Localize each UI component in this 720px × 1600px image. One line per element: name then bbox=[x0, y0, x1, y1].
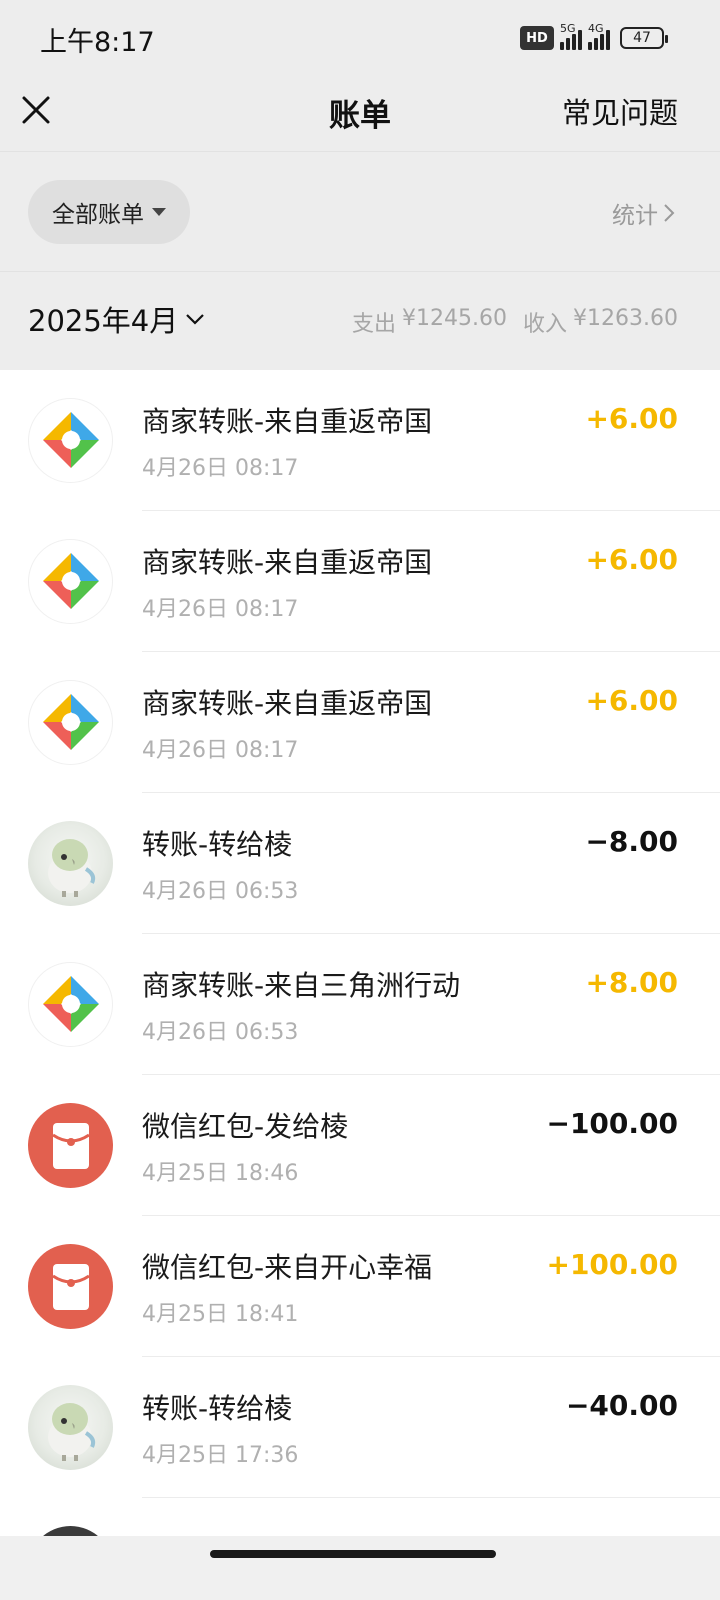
transaction-amount: +100.00 bbox=[546, 1248, 678, 1281]
status-time: 上午8:17 bbox=[40, 27, 155, 58]
red-packet-avatar bbox=[28, 1244, 113, 1329]
merchant-avatar bbox=[28, 398, 113, 483]
transaction-time: 4月25日 18:41 bbox=[142, 1302, 299, 1327]
merchant-transfer-icon bbox=[42, 411, 99, 468]
merchant-avatar bbox=[28, 680, 113, 765]
status-bar: 上午8:17 HD 5G 4G 47 bbox=[0, 0, 720, 78]
income-label: 收入 bbox=[523, 312, 568, 337]
expense-label: 支出 bbox=[352, 312, 397, 337]
battery-level: 47 bbox=[633, 30, 651, 46]
statistics-link[interactable]: 统计 bbox=[612, 196, 676, 230]
transaction-row[interactable]: 微信红包-发给棱 4月25日 18:46 −100.00 bbox=[0, 1075, 720, 1216]
transaction-row[interactable]: 转账-转给棱 4月26日 06:53 −8.00 bbox=[0, 793, 720, 934]
avatar bbox=[28, 1385, 113, 1470]
month-header: 2025年4月 支出 ¥1245.60 收入 ¥1263.60 bbox=[0, 272, 720, 370]
avatar bbox=[28, 821, 113, 906]
merchant-avatar bbox=[28, 962, 113, 1047]
transaction-time: 4月26日 06:53 bbox=[142, 1020, 299, 1045]
transaction-title: 商家转账-来自重返帝国 bbox=[142, 405, 433, 438]
gesture-bar bbox=[0, 1536, 720, 1600]
transaction-amount: +6.00 bbox=[585, 684, 678, 717]
transaction-title: 微信红包-来自开心幸福 bbox=[142, 1251, 433, 1284]
bird-avatar-icon bbox=[48, 839, 96, 897]
close-icon bbox=[22, 96, 50, 124]
network-label-4g: 4G bbox=[588, 22, 604, 35]
transaction-title: 商家转账-来自重返帝国 bbox=[142, 546, 433, 579]
red-packet-icon bbox=[51, 1263, 90, 1310]
expense-total: ¥1245.60 bbox=[402, 306, 507, 331]
red-packet-avatar bbox=[28, 1103, 113, 1188]
bill-filter-dropdown[interactable]: 全部账单 bbox=[28, 180, 190, 244]
transaction-time: 4月25日 18:46 bbox=[142, 1161, 299, 1186]
close-button[interactable] bbox=[18, 92, 54, 128]
merchant-transfer-icon bbox=[42, 693, 99, 750]
merchant-avatar bbox=[28, 539, 113, 624]
transaction-row[interactable]: 微信红包-来自开心幸福 4月25日 18:41 +100.00 bbox=[0, 1216, 720, 1357]
transaction-amount: +6.00 bbox=[585, 402, 678, 435]
bill-filter-label: 全部账单 bbox=[52, 202, 144, 228]
nav-bar: 账单 常见问题 bbox=[0, 78, 720, 152]
transaction-title: 微信红包-发给棱 bbox=[142, 1110, 349, 1143]
transaction-time: 4月26日 08:17 bbox=[142, 597, 299, 622]
transaction-row[interactable]: 商家转账-来自三角洲行动 4月26日 06:53 +8.00 bbox=[0, 934, 720, 1075]
transaction-title: 商家转账-来自三角洲行动 bbox=[142, 969, 461, 1002]
caret-down-icon bbox=[152, 208, 166, 216]
red-packet-icon bbox=[51, 1122, 90, 1169]
transaction-amount: +6.00 bbox=[585, 543, 678, 576]
transaction-title: 商家转账-来自重返帝国 bbox=[142, 687, 433, 720]
month-selector[interactable]: 2025年4月 bbox=[28, 298, 206, 340]
bird-avatar-icon bbox=[48, 1403, 96, 1461]
signal-4g-icon: 4G bbox=[588, 22, 610, 50]
transaction-time: 4月25日 17:36 bbox=[142, 1443, 299, 1468]
faq-link[interactable]: 常见问题 bbox=[562, 90, 678, 132]
transaction-row[interactable]: 商家转账-来自重返帝国 4月26日 08:17 +6.00 bbox=[0, 511, 720, 652]
transaction-amount: −100.00 bbox=[546, 1107, 678, 1140]
transaction-amount: −40.00 bbox=[565, 1389, 678, 1422]
transaction-row[interactable]: 转账-转给棱 4月25日 17:36 −40.00 bbox=[0, 1357, 720, 1498]
filter-row: 全部账单 统计 bbox=[0, 152, 720, 272]
status-icons: HD 5G 4G 47 bbox=[520, 22, 668, 52]
chevron-down-icon bbox=[186, 314, 205, 325]
transaction-time: 4月26日 08:17 bbox=[142, 738, 299, 763]
month-label: 2025年4月 bbox=[28, 304, 179, 338]
transaction-amount: −8.00 bbox=[585, 825, 678, 858]
transaction-list: 商家转账-来自重返帝国 4月26日 08:17 +6.00 商家转账-来自重返帝国 4… bbox=[0, 370, 720, 1498]
chevron-right-icon bbox=[664, 204, 675, 222]
transaction-time: 4月26日 06:53 bbox=[142, 879, 299, 904]
transaction-row[interactable]: 商家转账-来自重返帝国 4月26日 08:17 +6.00 bbox=[0, 370, 720, 511]
transaction-title: 转账-转给棱 bbox=[142, 1392, 293, 1425]
transaction-row[interactable]: 商家转账-来自重返帝国 4月26日 08:17 +6.00 bbox=[0, 652, 720, 793]
home-indicator[interactable] bbox=[210, 1550, 496, 1558]
transaction-title: 转账-转给棱 bbox=[142, 828, 293, 861]
month-summary: 支出 ¥1245.60 收入 ¥1263.60 bbox=[352, 306, 678, 338]
merchant-transfer-icon bbox=[42, 975, 99, 1032]
signal-5g-icon: 5G bbox=[560, 22, 582, 50]
hd-voice-icon: HD bbox=[520, 26, 554, 50]
battery-icon: 47 bbox=[620, 27, 668, 49]
transaction-amount: +8.00 bbox=[585, 966, 678, 999]
income-total: ¥1263.60 bbox=[573, 306, 678, 331]
statistics-label: 统计 bbox=[612, 203, 658, 229]
list-item-partial[interactable] bbox=[0, 1498, 720, 1536]
merchant-transfer-icon bbox=[42, 552, 99, 609]
transaction-time: 4月26日 08:17 bbox=[142, 456, 299, 481]
network-label-5g: 5G bbox=[560, 22, 576, 35]
avatar bbox=[28, 1526, 113, 1536]
